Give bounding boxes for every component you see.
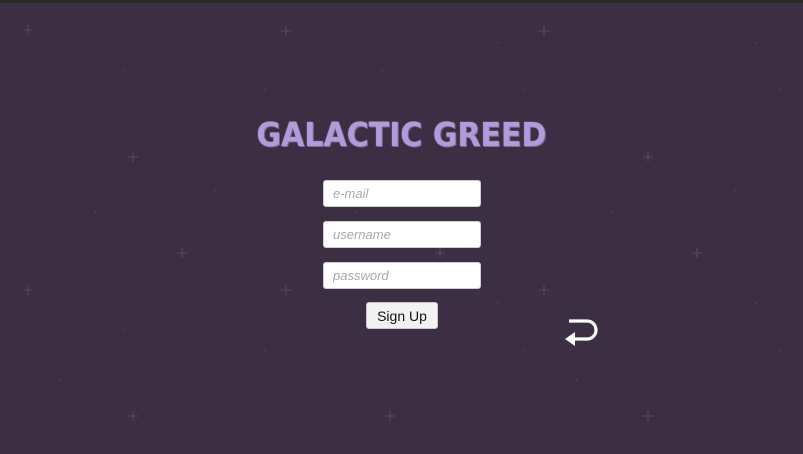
game-title: GALACTIC GREED <box>256 116 547 155</box>
back-button[interactable] <box>560 314 600 350</box>
star <box>435 248 445 258</box>
star <box>643 411 653 421</box>
star <box>539 26 549 36</box>
star <box>23 25 33 35</box>
username-field[interactable] <box>323 221 481 248</box>
star <box>177 248 187 258</box>
sign-up-button[interactable]: Sign Up <box>366 302 438 329</box>
email-field[interactable] <box>323 180 481 207</box>
star <box>539 285 549 295</box>
star <box>281 285 291 295</box>
star <box>385 411 395 421</box>
star <box>281 26 291 36</box>
return-arrow-icon <box>565 319 598 346</box>
password-field[interactable] <box>323 262 481 289</box>
top-border <box>0 0 803 3</box>
star <box>692 248 702 258</box>
star <box>128 411 138 421</box>
star <box>23 285 33 295</box>
